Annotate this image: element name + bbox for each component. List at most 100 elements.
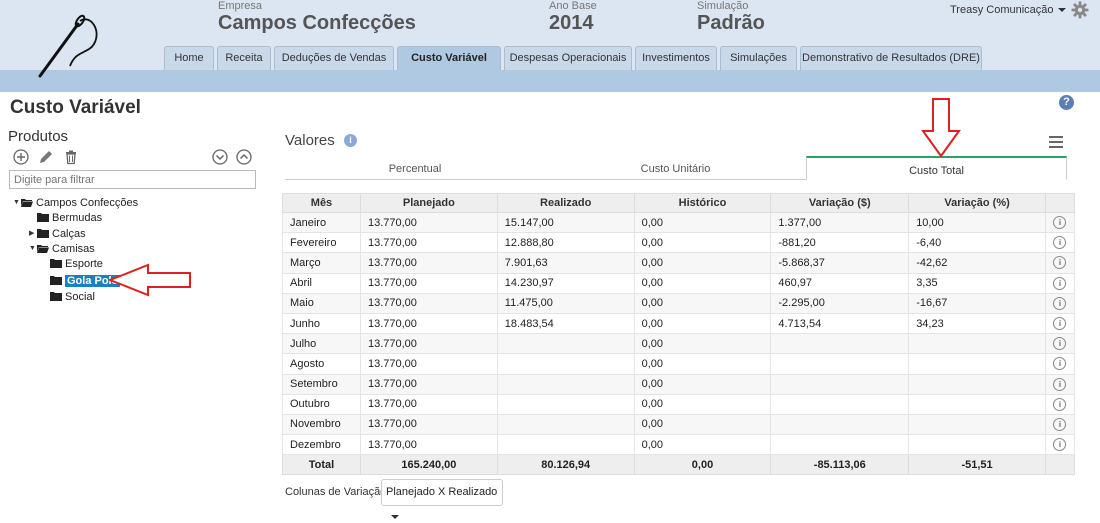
tab-despesas-operacionais[interactable]: Despesas Operacionais [504, 46, 632, 70]
tab-custo-variavel[interactable]: Custo Variável [397, 46, 501, 71]
col-header-info [1044, 193, 1076, 213]
tree-node-bermudas[interactable]: Bermudas [29, 211, 102, 225]
row-info-icon[interactable]: i [1053, 256, 1067, 270]
tab-investimentos[interactable]: Investimentos [635, 46, 717, 70]
cell-realizado [496, 434, 635, 456]
cell-realizado [496, 353, 635, 375]
caret-right-icon[interactable]: ▶ [29, 227, 37, 241]
cell-planejado: 13.770,00 [359, 413, 498, 436]
subtab-percentual[interactable]: Percentual [285, 156, 545, 180]
cell-mes: Outubro [282, 393, 361, 415]
cell-variacao-percent: 34,23 [908, 312, 1046, 335]
simulacao-label: Simulação [697, 0, 749, 12]
panel-title: Valores [285, 132, 335, 149]
caret-down-icon[interactable]: ▼ [29, 242, 37, 256]
simulacao-value: Padrão [697, 12, 765, 34]
chevron-down-icon [1057, 8, 1066, 13]
cell-variacao-percent: -6,40 [908, 232, 1046, 254]
tree-node-gola-polo[interactable]: Gola Polo [50, 274, 121, 288]
row-info-icon[interactable]: i [1053, 216, 1067, 230]
cell-planejado: 13.770,00 [359, 353, 498, 375]
caret-down-icon[interactable]: ▼ [13, 196, 21, 210]
gear-icon[interactable] [1071, 1, 1089, 19]
tree-label: Camisas [52, 243, 95, 255]
row-info-icon[interactable]: i [1053, 317, 1067, 331]
trash-icon[interactable] [63, 149, 79, 165]
cell-mes: Novembro [282, 413, 361, 436]
cell-realizado: 14.230,97 [496, 272, 635, 294]
help-icon[interactable]: ? [1059, 95, 1074, 110]
table-row: Abril 13.770,00 14.230,97 0,00 460,97 3,35 i [282, 272, 1076, 294]
cell-historico: 0,00 [633, 292, 772, 314]
table-body: Janeiro 13.770,00 15.147,00 0,00 1.377,00 10,… [282, 211, 1076, 456]
tree-label: Calças [52, 228, 86, 240]
tree-node-calcas[interactable]: ▶ Calças [29, 227, 86, 241]
tree-node-esporte[interactable]: Esporte [50, 257, 103, 271]
row-info-icon[interactable]: i [1053, 357, 1067, 371]
variation-columns-select[interactable]: Planejado X Realizado [381, 479, 503, 520]
cell-historico: 0,00 [633, 272, 772, 294]
tree-label: Bermudas [52, 212, 103, 224]
expand-all-icon[interactable] [236, 149, 252, 165]
cell-realizado: 7.901,63 [496, 252, 635, 274]
row-info-icon[interactable]: i [1053, 296, 1067, 310]
cell-variacao-valor: 460,97 [770, 272, 910, 294]
table-row: Novembro 13.770,00 0,00 i [282, 413, 1076, 436]
collapse-all-icon[interactable] [212, 149, 228, 165]
tree-node-camisas[interactable]: ▼ Camisas [29, 242, 95, 256]
header-band [0, 70, 1100, 92]
subtab-custo-total[interactable]: Custo Total [806, 156, 1067, 180]
cell-planejado: 13.770,00 [359, 272, 498, 294]
cell-planejado: 13.770,00 [359, 252, 498, 274]
cell-variacao-percent [908, 434, 1046, 456]
cell-realizado [496, 373, 635, 395]
cell-planejado: 13.770,00 [359, 373, 498, 395]
tree-node-social[interactable]: Social [50, 290, 95, 304]
tree-node-campos-confeccoes[interactable]: ▼ Campos Confecções [13, 196, 138, 210]
tree-label: Campos Confecções [36, 197, 139, 209]
cell-variacao-percent: 3,35 [908, 272, 1046, 294]
row-info-icon[interactable]: i [1053, 236, 1067, 250]
hamburger-menu-icon[interactable] [1049, 136, 1063, 148]
cell-variacao-percent: 10,00 [908, 211, 1046, 234]
red-arrow-down-icon [921, 98, 961, 158]
row-info-icon[interactable]: i [1053, 397, 1067, 411]
cell-planejado: 13.770,00 [359, 393, 498, 415]
tab-dre[interactable]: Demonstrativo de Resultados (DRE) [800, 46, 982, 70]
table-header-row: Mês Planejado Realizado Histórico Variaç… [282, 193, 1076, 213]
add-icon[interactable] [13, 149, 29, 165]
sidebar-title: Produtos [8, 128, 69, 145]
tab-deducoes-de-vendas[interactable]: Deduções de Vendas [274, 46, 394, 70]
ano-base-block: Ano Base 2014 [549, 0, 597, 34]
cell-variacao-valor [770, 434, 910, 456]
info-icon[interactable]: i [344, 134, 357, 147]
folder-icon [37, 213, 49, 222]
row-info-icon[interactable]: i [1053, 438, 1067, 452]
row-info-icon[interactable]: i [1053, 276, 1067, 290]
edit-pencil-icon[interactable] [38, 149, 54, 165]
subtab-custo-unitario[interactable]: Custo Unitário [545, 156, 806, 180]
cell-historico: 0,00 [633, 333, 772, 355]
cell-historico: 0,00 [633, 353, 772, 375]
table-row: Maio 13.770,00 11.475,00 0,00 -2.295,00 -16,6… [282, 292, 1076, 314]
cell-realizado: 15.147,00 [496, 211, 635, 234]
col-header-realizado: Realizado [496, 193, 635, 213]
cell-realizado [496, 333, 635, 355]
cell-realizado [496, 393, 635, 415]
tree-label: Esporte [65, 258, 103, 270]
tab-simulacoes[interactable]: Simulações [720, 46, 797, 70]
total-label: Total [282, 454, 361, 476]
tab-receita[interactable]: Receita [217, 46, 271, 70]
row-info-icon[interactable]: i [1053, 377, 1067, 391]
cell-realizado: 12.888,80 [496, 232, 635, 254]
row-info-icon[interactable]: i [1053, 417, 1067, 431]
user-name: Treasy Comunicação [950, 4, 1054, 16]
cell-mes: Agosto [282, 353, 361, 375]
cell-variacao-valor: -881,20 [770, 232, 910, 254]
folder-icon [50, 276, 62, 285]
row-info-icon[interactable]: i [1053, 337, 1067, 351]
total-variacao-percent: -51,51 [908, 454, 1046, 476]
tab-home[interactable]: Home [164, 46, 214, 70]
user-menu[interactable]: Treasy Comunicação [950, 4, 1066, 16]
filter-input[interactable] [9, 170, 256, 189]
